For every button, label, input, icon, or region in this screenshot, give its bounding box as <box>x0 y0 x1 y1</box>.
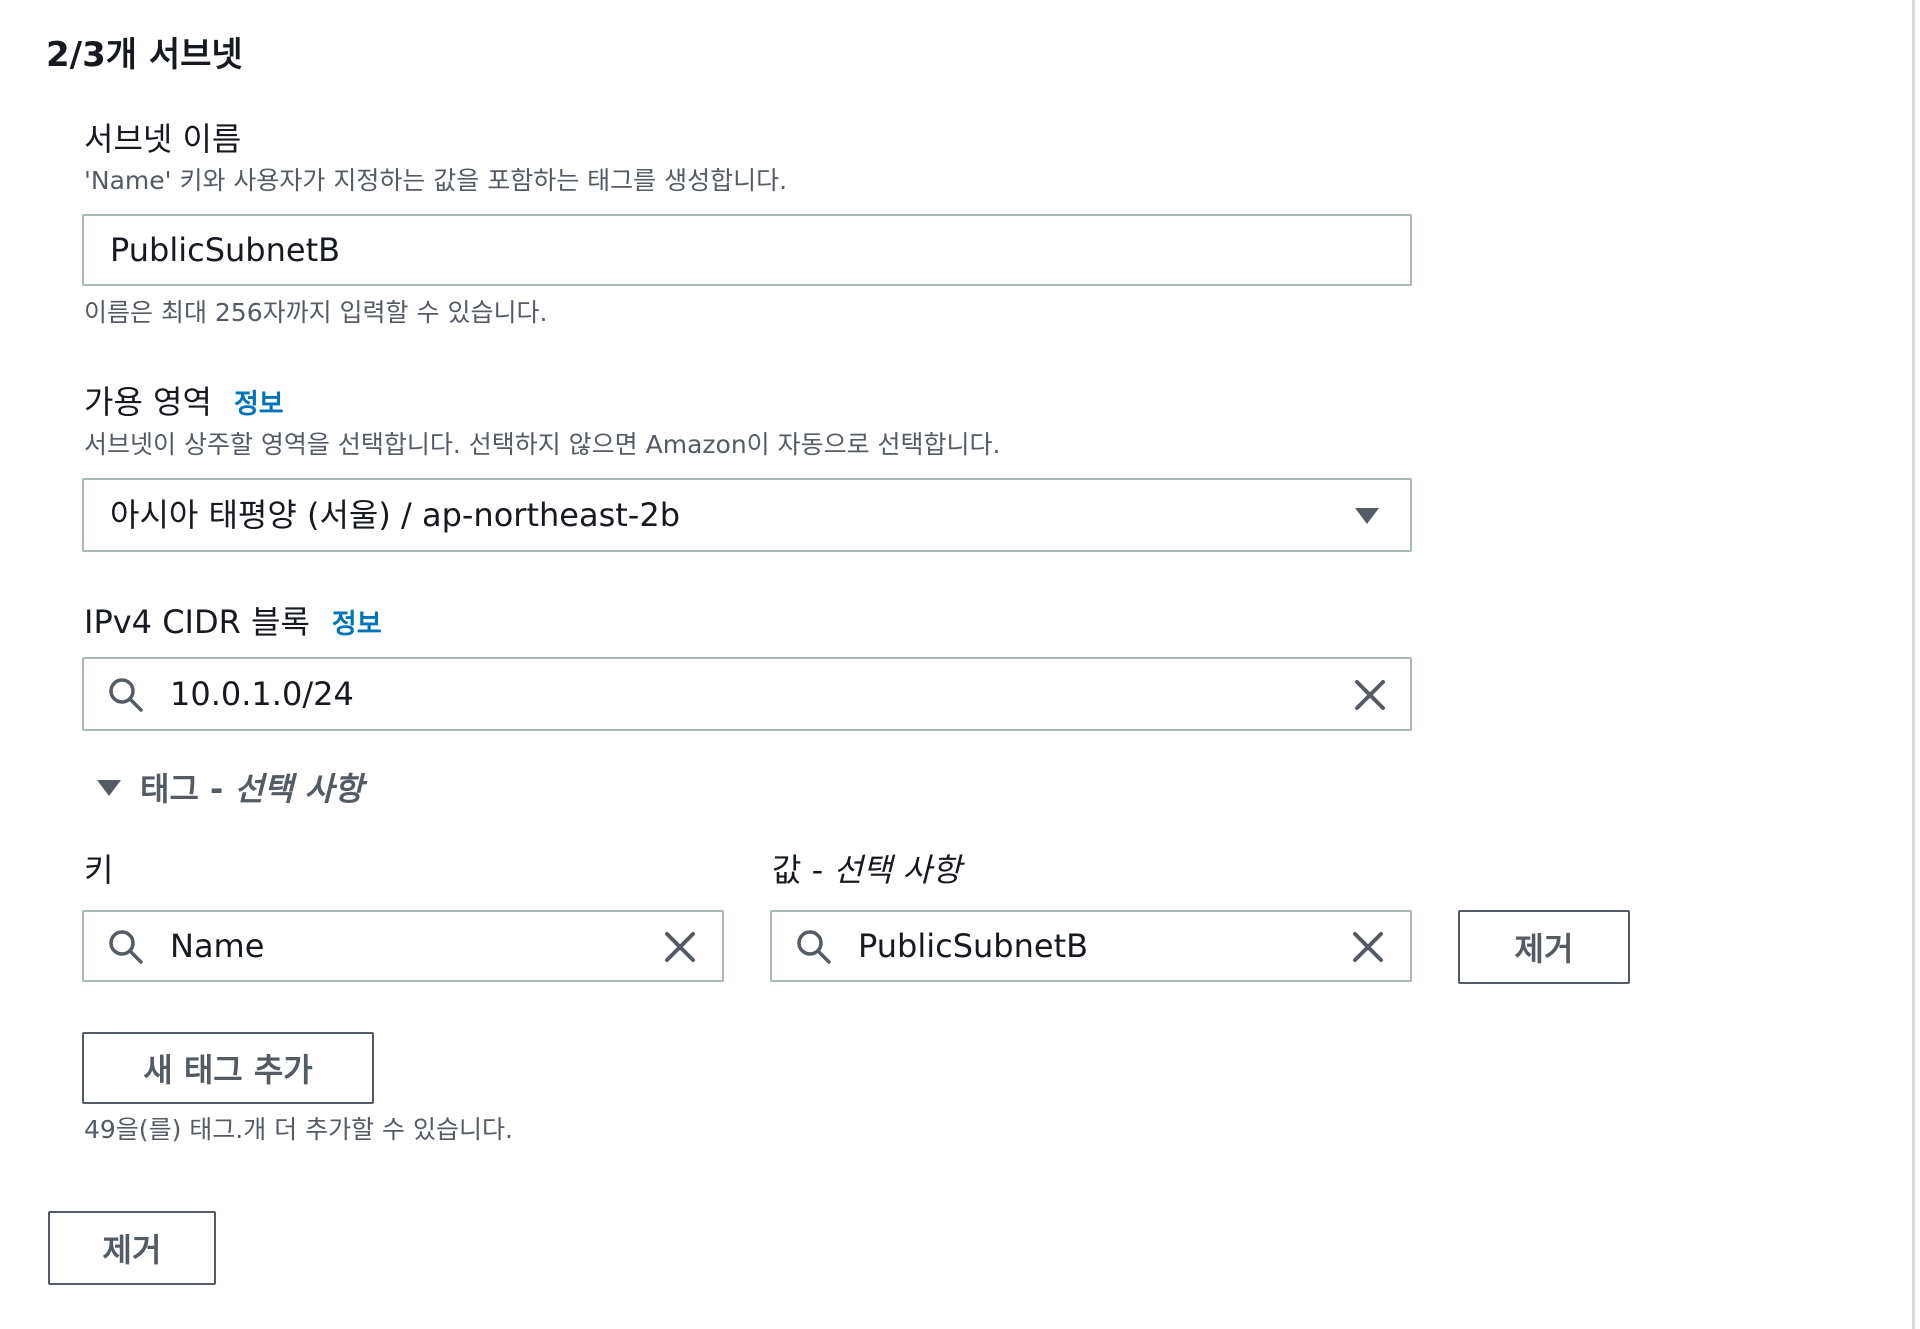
tag-key-value: Name <box>170 927 265 965</box>
tag-value-value: PublicSubnetB <box>858 927 1089 965</box>
tag-value-label-text: 값 - <box>772 851 834 889</box>
panel-divider <box>1912 0 1915 1329</box>
cidr-value: 10.0.1.0/24 <box>170 675 354 713</box>
subnet-name-label: 서브넷 이름 <box>84 120 242 158</box>
cidr-label-text: IPv4 CIDR 블록 <box>84 603 310 641</box>
tags-toggle-optional: 선택 사항 <box>234 770 364 808</box>
clear-icon[interactable] <box>1348 927 1388 967</box>
cidr-label: IPv4 CIDR 블록 정보 <box>84 602 382 645</box>
remove-tag-button[interactable]: 제거 <box>1458 910 1630 984</box>
subnet-name-value: PublicSubnetB <box>110 231 341 269</box>
search-icon <box>109 678 143 712</box>
availability-zone-selected-value: 아시아 태평양 (서울) / ap-northeast-2b <box>110 496 681 534</box>
clear-icon[interactable] <box>1350 675 1390 715</box>
tag-value-label-optional: 선택 사항 <box>833 851 962 889</box>
cidr-info-link[interactable]: 정보 <box>332 609 382 640</box>
section-title: 2/3개 서브넷 <box>46 35 243 75</box>
subnet-name-description: 'Name' 키와 사용자가 지정하는 값을 포함하는 태그를 생성합니다. <box>84 166 788 195</box>
availability-zone-label-text: 가용 영역 <box>84 383 212 421</box>
tag-key-input[interactable]: Name <box>82 910 724 982</box>
tags-toggle-label: 태그 - 선택 사항 <box>140 764 363 810</box>
subnet-name-constraint: 이름은 최대 256자까지 입력할 수 있습니다. <box>84 298 548 327</box>
availability-zone-info-link[interactable]: 정보 <box>234 389 284 420</box>
subnet-name-input[interactable]: PublicSubnetB <box>82 214 1412 286</box>
tag-key-label: 키 <box>84 851 114 889</box>
availability-zone-label: 가용 영역 정보 <box>84 382 284 425</box>
search-icon <box>109 930 143 964</box>
tag-value-input[interactable]: PublicSubnetB <box>770 910 1412 982</box>
add-tag-button[interactable]: 새 태그 추가 <box>82 1032 374 1104</box>
caret-down-icon <box>97 780 121 796</box>
tags-expand-toggle[interactable]: 태그 - 선택 사항 <box>94 766 363 808</box>
cidr-input[interactable]: 10.0.1.0/24 <box>82 657 1412 731</box>
tags-toggle-text: 태그 - <box>140 770 235 808</box>
availability-zone-select[interactable]: 아시아 태평양 (서울) / ap-northeast-2b <box>82 478 1412 552</box>
tag-value-label: 값 - 선택 사항 <box>772 850 961 890</box>
clear-icon[interactable] <box>660 927 700 967</box>
caret-down-icon <box>1355 508 1379 524</box>
search-icon <box>797 930 831 964</box>
remove-subnet-button[interactable]: 제거 <box>48 1211 216 1285</box>
remaining-tags-note: 49을(를) 태그.개 더 추가할 수 있습니다. <box>84 1115 513 1144</box>
availability-zone-description: 서브넷이 상주할 영역을 선택합니다. 선택하지 않으면 Amazon이 자동으… <box>84 430 1001 459</box>
subnet-settings-panel: 2/3개 서브넷 서브넷 이름 'Name' 키와 사용자가 지정하는 값을 포… <box>0 0 1920 1329</box>
